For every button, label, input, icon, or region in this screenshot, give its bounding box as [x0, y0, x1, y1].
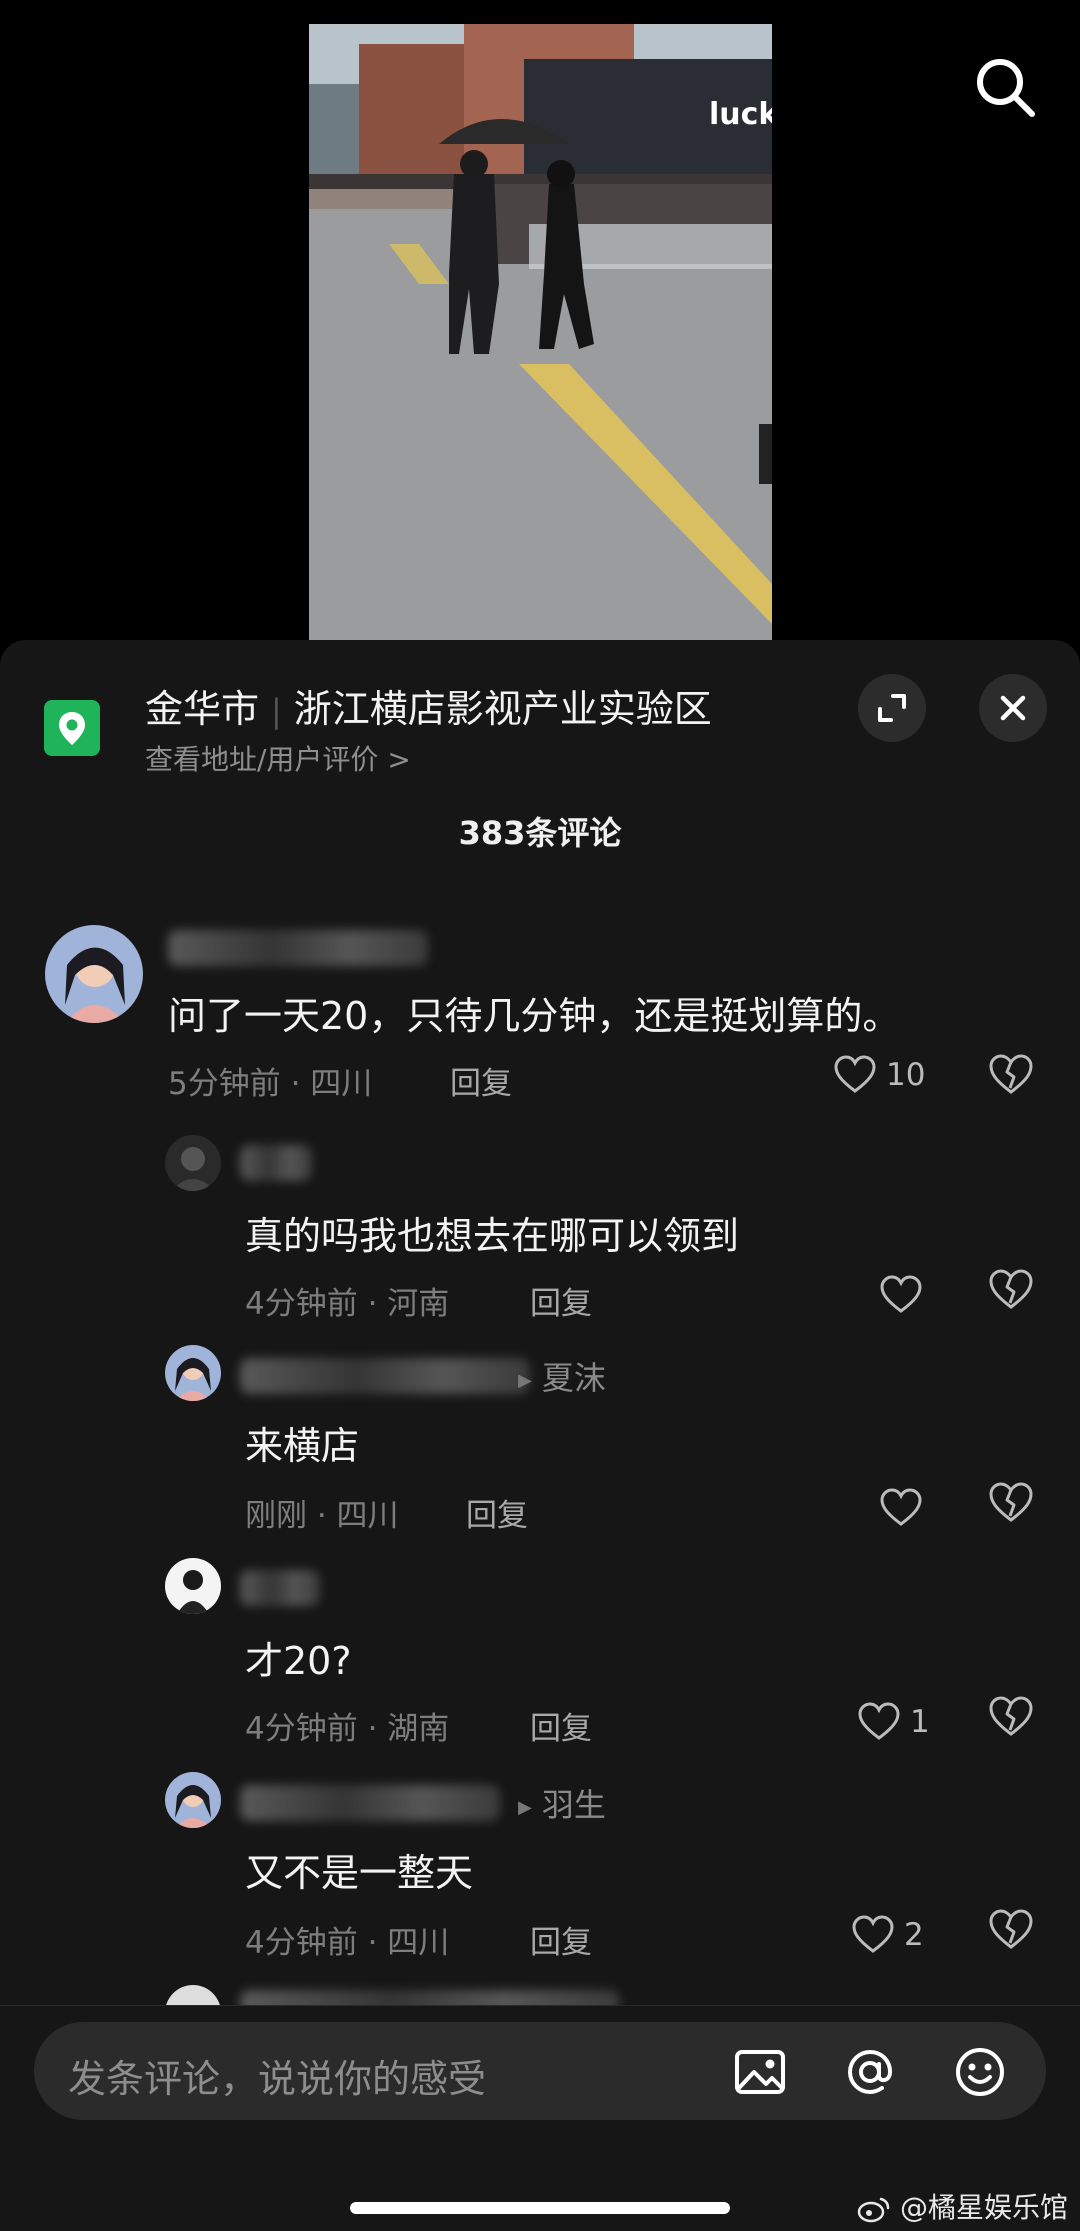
emoji-icon[interactable]: [952, 2044, 1008, 2100]
comment-sheet: 金华市 | 浙江横店影视产业实验区 查看地址/用户评价 > 383条评论 问了一天2…: [0, 640, 1080, 2231]
comment-text: 问了一天20，只待几分钟，还是挺划算的。: [168, 994, 901, 1038]
avatar[interactable]: [165, 1345, 221, 1401]
like-button[interactable]: 2: [850, 1910, 924, 1960]
comment-text: 又不是一整天: [245, 1851, 474, 1895]
broken-heart-icon[interactable]: [986, 1050, 1036, 1100]
comment-text: 来横店: [245, 1424, 360, 1468]
avatar[interactable]: [165, 1772, 221, 1828]
heart-icon: [880, 1488, 922, 1526]
like-count: 2: [904, 1917, 924, 1953]
home-indicator[interactable]: [350, 2202, 730, 2214]
location-city: 金华市: [145, 687, 260, 731]
comment-time-location: 4分钟前 · 湖南: [245, 1711, 450, 1747]
reply-button[interactable]: 回复: [530, 1703, 592, 1748]
heart-icon: [858, 1702, 900, 1740]
username-blurred[interactable]: [240, 1145, 312, 1181]
broken-heart-icon[interactable]: [986, 1265, 1036, 1315]
comment-time-location: 5分钟前 · 四川: [168, 1066, 373, 1102]
comment-input-bar: 发条评论，说说你的感受 @橘星娱乐馆: [0, 2005, 1080, 2231]
image-icon[interactable]: [732, 2044, 788, 2100]
comment-text: 真的吗我也想去在哪可以领到: [245, 1214, 740, 1258]
like-button[interactable]: [878, 1270, 932, 1320]
like-count: 1: [910, 1704, 930, 1740]
reply-to-name: 羽生: [541, 1786, 606, 1824]
comment-input[interactable]: 发条评论，说说你的感受: [34, 2022, 1046, 2120]
reply-arrow-icon: ▶: [518, 1369, 532, 1391]
video-frame-image: luckin c: [309, 24, 772, 640]
reply-arrow-icon: ▶: [518, 1796, 532, 1818]
username-blurred[interactable]: [240, 1570, 320, 1606]
username-blurred[interactable]: [168, 930, 428, 966]
reply-to-user[interactable]: ▶ 羽生: [518, 1780, 606, 1826]
store-sign: luckin c: [709, 97, 772, 132]
location-title[interactable]: 金华市 | 浙江横店影视产业实验区: [145, 678, 712, 733]
heart-icon: [834, 1055, 876, 1093]
expand-icon: [878, 694, 906, 722]
broken-heart-icon[interactable]: [986, 1692, 1036, 1742]
avatar[interactable]: [165, 1135, 221, 1191]
location-separator: |: [271, 692, 282, 730]
avatar[interactable]: [165, 1558, 221, 1614]
reply-button[interactable]: 回复: [450, 1058, 512, 1103]
comment-time-location: 4分钟前 · 河南: [245, 1286, 450, 1322]
search-icon[interactable]: [970, 52, 1040, 122]
reply-button[interactable]: 回复: [530, 1917, 592, 1962]
like-button[interactable]: [878, 1483, 932, 1533]
heart-icon: [880, 1275, 922, 1313]
heart-icon: [852, 1915, 894, 1953]
reply-to-user[interactable]: ▶ 夏沫: [518, 1353, 606, 1399]
expand-button[interactable]: [858, 674, 926, 742]
location-pin-icon[interactable]: [44, 700, 100, 756]
location-place: 浙江横店影视产业实验区: [293, 687, 712, 731]
watermark-text: @橘星娱乐馆: [899, 2191, 1068, 2224]
broken-heart-icon[interactable]: [986, 1905, 1036, 1955]
like-button[interactable]: 1: [856, 1697, 930, 1747]
like-count: 10: [886, 1057, 926, 1093]
comment-time-location: 4分钟前 · 四川: [245, 1925, 450, 1961]
weibo-icon: [857, 2197, 890, 2223]
comment-text: 才20?: [245, 1639, 352, 1683]
broken-heart-icon[interactable]: [986, 1478, 1036, 1528]
comment-count: 383条评论: [458, 814, 622, 852]
watermark: @橘星娱乐馆: [857, 2186, 1068, 2226]
reply-to-name: 夏沫: [541, 1359, 606, 1397]
comment-time-location: 刚刚 · 四川: [245, 1498, 399, 1534]
reply-button[interactable]: 回复: [530, 1278, 592, 1323]
username-blurred[interactable]: [240, 1785, 500, 1821]
username-blurred[interactable]: [240, 1358, 530, 1394]
comment-input-placeholder: 发条评论，说说你的感受: [68, 2057, 487, 2101]
video-player[interactable]: luckin c: [0, 0, 1080, 645]
location-subtitle-link[interactable]: 查看地址/用户评价 >: [145, 738, 411, 778]
avatar[interactable]: [45, 925, 143, 1023]
like-button[interactable]: 10: [832, 1050, 925, 1100]
at-icon[interactable]: [842, 2044, 898, 2100]
close-icon: [1000, 695, 1026, 721]
video-thumbnail[interactable]: luckin c: [309, 24, 772, 640]
reply-button[interactable]: 回复: [466, 1490, 528, 1535]
close-button[interactable]: [979, 674, 1047, 742]
